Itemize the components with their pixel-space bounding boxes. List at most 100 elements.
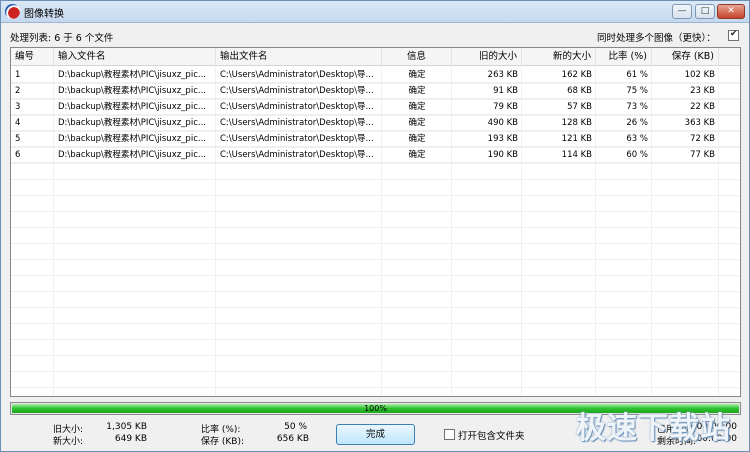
cell-new-size: 114 KB [561, 150, 592, 160]
app-icon [5, 4, 20, 19]
multi-process-label: 同时处理多个图像（更快）： [597, 33, 716, 44]
table-header: 编号 输入文件名 输出文件名 信息 旧的大小 新的大小 比率 (%) 保存 (K… [11, 48, 740, 66]
cell-saved: 77 KB [690, 150, 715, 160]
close-button[interactable]: ✕ [717, 4, 745, 19]
cell-info: 确定 [408, 86, 426, 96]
cell-number: 1 [15, 70, 21, 80]
multi-process-checkbox[interactable] [728, 29, 739, 41]
cell-info: 确定 [408, 118, 426, 128]
cell-input-file: D:\backup\教程素材\PIC\jisuxz_pic... [58, 134, 206, 144]
window-title: 图像转换 [24, 9, 64, 20]
cell-info: 确定 [408, 150, 426, 160]
cell-info: 确定 [408, 102, 426, 112]
cell-old-size: 79 KB [493, 102, 518, 112]
cell-old-size: 91 KB [493, 86, 518, 96]
grid-line [11, 243, 740, 244]
maximize-button[interactable]: □ [695, 4, 715, 19]
grid-line [11, 323, 740, 324]
cell-output-file: C:\Users\Administrator\Desktop\导... [220, 86, 374, 96]
col-header-output[interactable]: 输出文件名 [216, 48, 382, 66]
cell-input-file: D:\backup\教程素材\PIC\jisuxz_pic... [58, 86, 206, 96]
new-size-value: 649 KB [114, 434, 147, 444]
grid-line [11, 163, 740, 164]
table-row[interactable]: 4 D:\backup\教程素材\PIC\jisuxz_pic... C:\User… [11, 115, 740, 131]
cell-old-size: 190 KB [487, 150, 518, 160]
col-header-ratio[interactable]: 比率 (%) [596, 48, 652, 66]
grid-line [11, 291, 740, 292]
cell-number: 4 [15, 118, 21, 128]
file-table[interactable]: 编号 输入文件名 输出文件名 信息 旧的大小 新的大小 比率 (%) 保存 (K… [10, 47, 741, 397]
open-folder-label[interactable]: 打开包含文件夹 [458, 428, 525, 442]
cell-saved: 72 KB [690, 134, 715, 144]
cell-ratio: 73 % [626, 102, 648, 112]
cell-new-size: 162 KB [561, 70, 592, 80]
saved-label: 保存 (KB): [201, 437, 244, 447]
cell-saved: 102 KB [684, 70, 715, 80]
cell-ratio: 60 % [626, 150, 648, 160]
minimize-button[interactable]: — [672, 4, 692, 19]
cell-input-file: D:\backup\教程素材\PIC\jisuxz_pic... [58, 102, 206, 112]
cell-number: 6 [15, 150, 21, 160]
col-header-new-size[interactable]: 新的大小 [522, 48, 596, 66]
cell-output-file: C:\Users\Administrator\Desktop\导... [220, 102, 374, 112]
cell-new-size: 68 KB [567, 86, 592, 96]
cell-saved: 23 KB [690, 86, 715, 96]
cell-ratio: 63 % [626, 134, 648, 144]
grid-line [11, 355, 740, 356]
grid-line [11, 371, 740, 372]
cell-input-file: D:\backup\教程素材\PIC\jisuxz_pic... [58, 118, 206, 128]
table-row[interactable]: 1 D:\backup\教程素材\PIC\jisuxz_pic... C:\User… [11, 67, 740, 83]
table-row[interactable]: 2 D:\backup\教程素材\PIC\jisuxz_pic... C:\User… [11, 83, 740, 99]
col-header-saved[interactable]: 保存 (KB) [652, 48, 719, 66]
grid-line [11, 195, 740, 196]
cell-number: 5 [15, 134, 21, 144]
col-header-old-size[interactable]: 旧的大小 [452, 48, 522, 66]
ratio-value: 50 % [284, 422, 307, 432]
watermark-logo: 极速下载站 [576, 411, 731, 446]
grid-line [11, 275, 740, 276]
grid-line [11, 259, 740, 260]
cell-ratio: 75 % [626, 86, 648, 96]
saved-value: 656 KB [276, 434, 309, 444]
cell-input-file: D:\backup\教程素材\PIC\jisuxz_pic... [58, 70, 206, 80]
cell-old-size: 263 KB [487, 70, 518, 80]
cell-output-file: C:\Users\Administrator\Desktop\导... [220, 150, 374, 160]
col-header-filler [719, 48, 740, 66]
cell-saved: 22 KB [690, 102, 715, 112]
cell-info: 确定 [408, 134, 426, 144]
old-size-value: 1,305 KB [106, 422, 147, 432]
grid-line [11, 227, 740, 228]
cell-new-size: 57 KB [567, 102, 592, 112]
new-size-label: 新大小: [53, 437, 84, 447]
open-folder-checkbox[interactable] [444, 429, 455, 440]
grid-line [11, 339, 740, 340]
col-header-number[interactable]: 编号 [11, 48, 54, 66]
col-header-input[interactable]: 输入文件名 [54, 48, 216, 66]
image-convert-window: 图像转换 — □ ✕ 处理列表: 6 于 6 个文件 同时处理多个图像（更快）：… [0, 0, 750, 452]
cell-number: 2 [15, 86, 21, 96]
grid-line [11, 307, 740, 308]
cell-saved: 363 KB [684, 118, 715, 128]
title-bar[interactable]: 图像转换 — □ ✕ [1, 1, 749, 23]
col-header-info[interactable]: 信息 [382, 48, 452, 66]
grid-line [11, 211, 740, 212]
table-row[interactable]: 5 D:\backup\教程素材\PIC\jisuxz_pic... C:\User… [11, 131, 740, 147]
cell-new-size: 121 KB [561, 134, 592, 144]
cell-output-file: C:\Users\Administrator\Desktop\导... [220, 70, 374, 80]
cell-ratio: 26 % [626, 118, 648, 128]
cell-old-size: 490 KB [487, 118, 518, 128]
cell-new-size: 128 KB [561, 118, 592, 128]
cell-info: 确定 [408, 70, 426, 80]
processing-status: 处理列表: 6 于 6 个文件 [10, 33, 114, 44]
table-row[interactable]: 3 D:\backup\教程素材\PIC\jisuxz_pic... C:\User… [11, 99, 740, 115]
cell-input-file: D:\backup\教程素材\PIC\jisuxz_pic... [58, 150, 206, 160]
grid-line [11, 179, 740, 180]
cell-number: 3 [15, 102, 21, 112]
table-row[interactable]: 6 D:\backup\教程素材\PIC\jisuxz_pic... C:\User… [11, 147, 740, 163]
grid-line [11, 387, 740, 388]
done-button[interactable]: 完成 [336, 424, 415, 445]
cell-ratio: 61 % [626, 70, 648, 80]
cell-output-file: C:\Users\Administrator\Desktop\导... [220, 118, 374, 128]
cell-old-size: 193 KB [487, 134, 518, 144]
cell-output-file: C:\Users\Administrator\Desktop\导... [220, 134, 374, 144]
